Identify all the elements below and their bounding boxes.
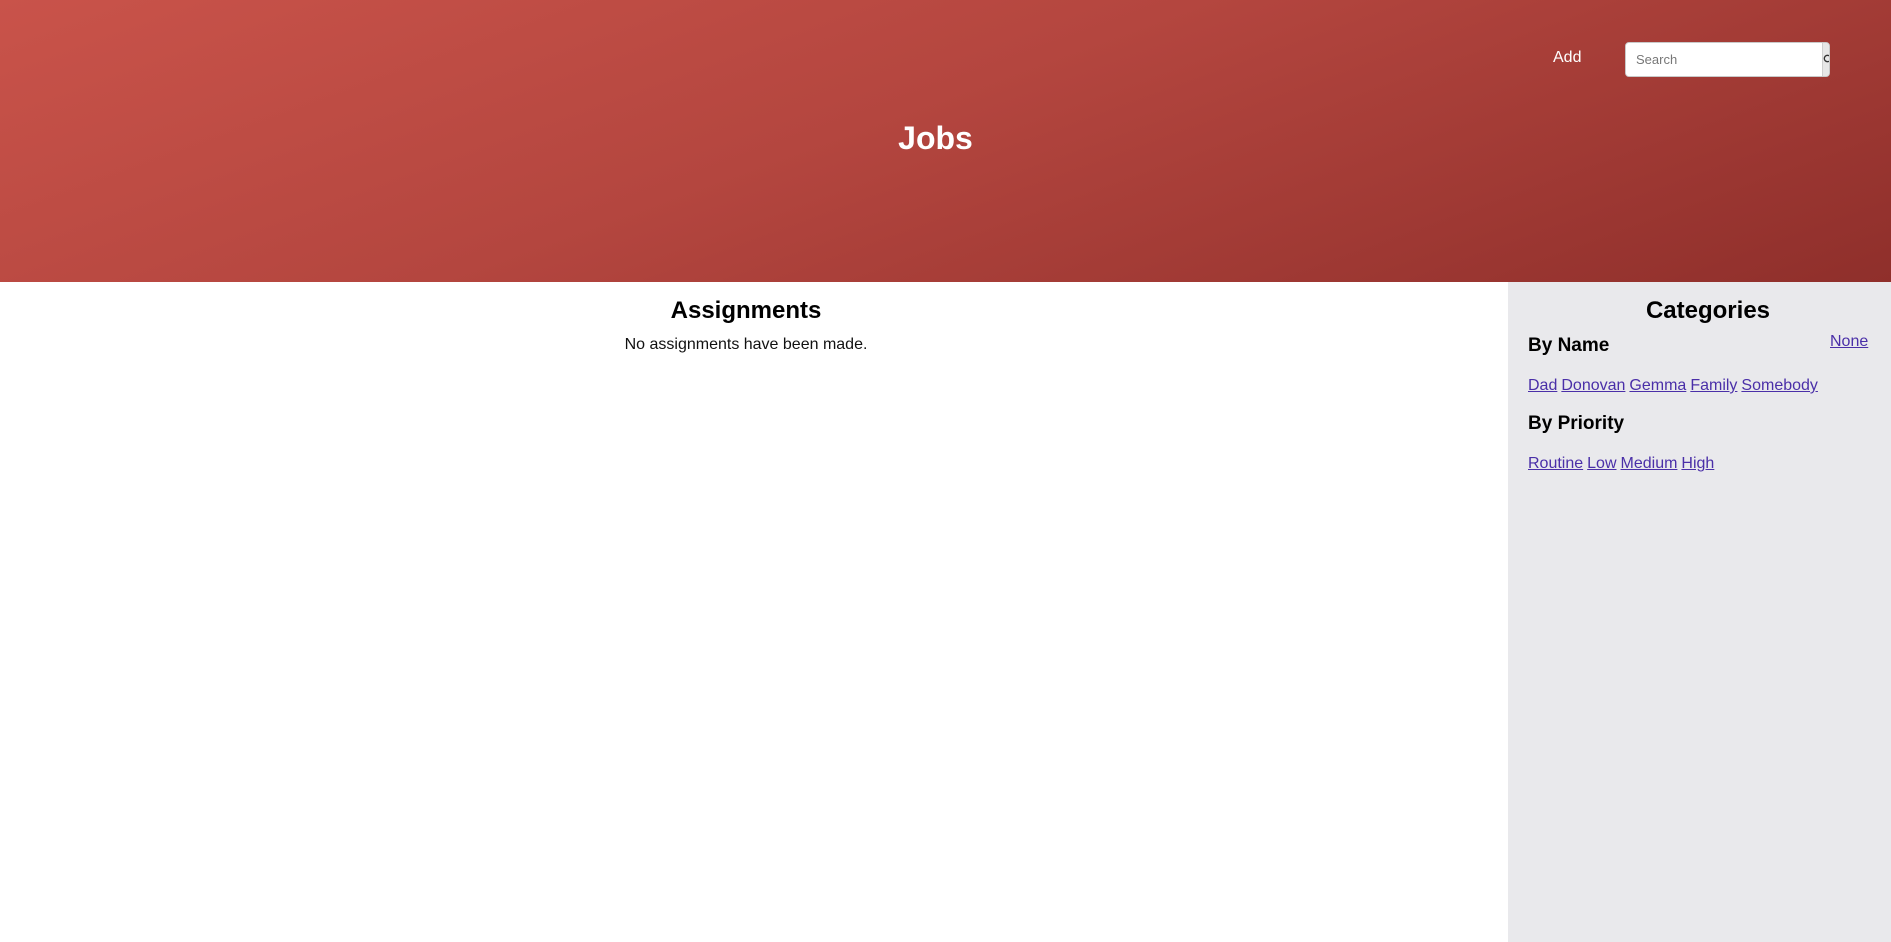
categories-heading: Categories [1645, 297, 1771, 324]
assignments-panel: Assignments No assignments have been mad… [0, 282, 1508, 942]
search-input[interactable] [1626, 43, 1822, 76]
name-filter-link-donovan[interactable]: Donovan [1561, 377, 1625, 394]
priority-filter-link-medium[interactable]: Medium [1621, 455, 1678, 472]
name-filter-link-dad[interactable]: Dad [1528, 377, 1557, 394]
none-filter-link[interactable]: None [1830, 333, 1868, 351]
empty-assignments-message: No assignments have been made. [624, 336, 868, 353]
page-title: Jobs [898, 120, 973, 156]
page: Add Jobs Assignments No assignments have… [0, 0, 1891, 942]
header-banner: Add Jobs [0, 0, 1891, 282]
by-name-links: Dad Donovan Gemma Family Somebody [1528, 377, 1822, 395]
add-link[interactable]: Add [1553, 49, 1581, 67]
categories-sidebar: Categories None By Name Dad Donovan Gemma F… [1508, 282, 1891, 942]
priority-filter-link-high[interactable]: High [1681, 455, 1714, 472]
priority-filter-link-routine[interactable]: Routine [1528, 455, 1583, 472]
by-priority-links: Routine Low Medium High [1528, 455, 1718, 473]
priority-filter-link-low[interactable]: Low [1587, 455, 1616, 472]
name-filter-link-family[interactable]: Family [1690, 377, 1737, 394]
search-box [1625, 42, 1830, 77]
search-icon [1823, 54, 1829, 63]
name-filter-link-somebody[interactable]: Somebody [1741, 377, 1818, 394]
assignments-heading: Assignments [670, 297, 822, 324]
by-priority-heading: By Priority [1528, 413, 1625, 434]
search-button[interactable] [1822, 43, 1829, 76]
by-name-heading: By Name [1528, 335, 1610, 356]
name-filter-link-gemma[interactable]: Gemma [1629, 377, 1686, 394]
